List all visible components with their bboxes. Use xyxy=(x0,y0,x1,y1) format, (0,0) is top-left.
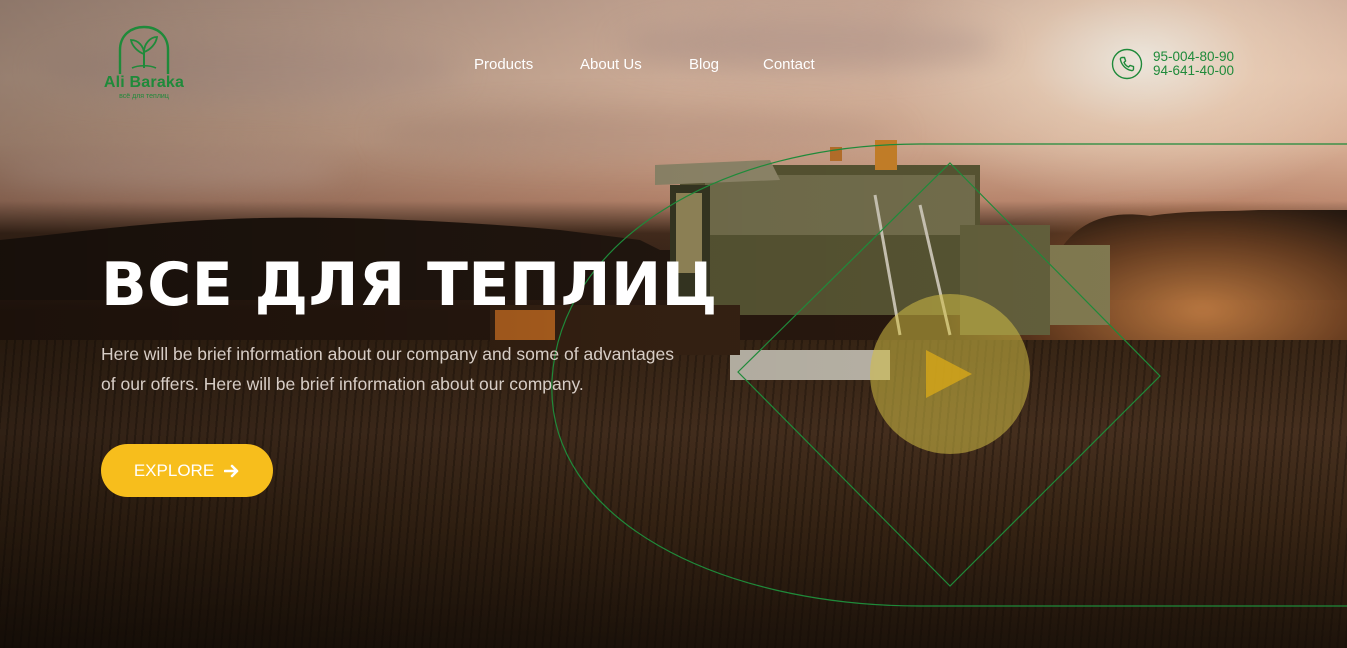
phone-number-2[interactable]: 94-641-40-00 xyxy=(1153,64,1234,78)
phone-icon[interactable] xyxy=(1111,48,1143,80)
arrow-right-icon xyxy=(224,464,239,477)
phone-number-1[interactable]: 95-004-80-90 xyxy=(1153,50,1234,64)
nav-item-products[interactable]: Products xyxy=(474,56,533,73)
hero-title: ВСЕ ДЛЯ ТЕПЛИЦ xyxy=(101,250,718,320)
logo[interactable]: Ali Baraka всё для теплиц xyxy=(98,24,190,100)
nav-item-contact[interactable]: Contact xyxy=(763,56,815,73)
nav-item-blog[interactable]: Blog xyxy=(689,56,719,73)
phone-numbers: 95-004-80-90 94-641-40-00 xyxy=(1153,50,1234,78)
brand-tagline: всё для теплиц xyxy=(119,93,169,100)
explore-button[interactable]: EXPLORE xyxy=(101,444,273,497)
explore-button-label: EXPLORE xyxy=(133,460,215,480)
brand-name: Ali Baraka xyxy=(103,74,185,91)
sprout-arch-icon xyxy=(118,25,170,74)
play-icon xyxy=(926,350,972,398)
hero-description: Here will be brief information about our… xyxy=(101,344,674,394)
hero-background xyxy=(0,0,1347,648)
image-overlay xyxy=(0,0,1347,648)
nav-item-about-us[interactable]: About Us xyxy=(580,56,642,73)
play-video-button[interactable] xyxy=(870,294,1030,454)
